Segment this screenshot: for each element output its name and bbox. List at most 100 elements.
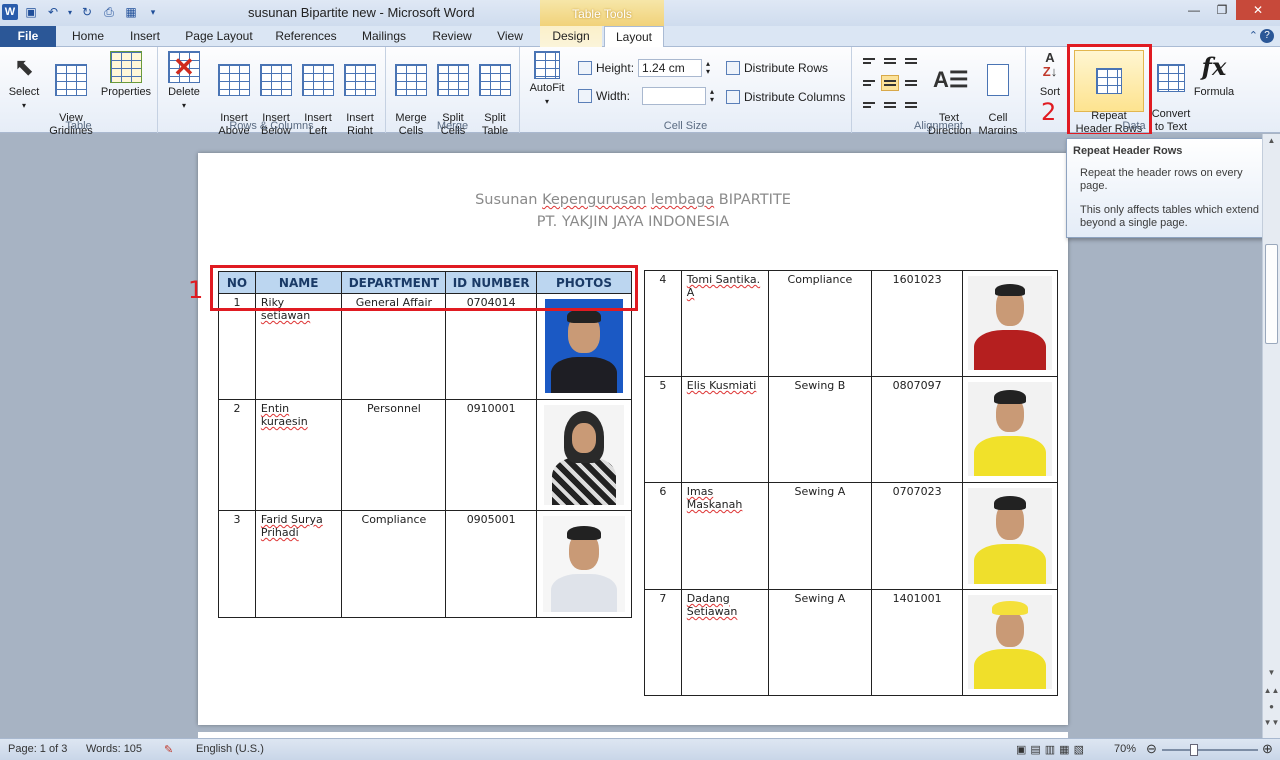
scroll-up-arrow-icon[interactable]: ▲ <box>1263 136 1280 150</box>
align-bottom-right-button[interactable] <box>902 97 920 113</box>
cell-id-number[interactable]: 0807097 <box>871 376 963 483</box>
members-table-right[interactable]: 4 Tomi Santika. A Compliance 1601023 5 E… <box>644 270 1059 696</box>
restore-button[interactable]: ❐ <box>1208 0 1236 20</box>
properties-button[interactable]: Properties <box>98 51 154 99</box>
delete-button[interactable]: ✕ Delete ▾ <box>162 51 206 112</box>
zoom-slider-knob[interactable] <box>1190 744 1198 756</box>
width-input[interactable] <box>642 87 707 105</box>
table-row[interactable]: 6 Imas Maskanah Sewing A 0707023 <box>644 482 1059 590</box>
select-button[interactable]: ⬉ Select ▾ <box>6 51 42 112</box>
cell-id-number[interactable]: 1401001 <box>871 589 963 696</box>
minimize-ribbon-icon[interactable]: ⌃ <box>1249 29 1258 42</box>
cell-id-number[interactable]: 0707023 <box>871 482 963 590</box>
table-row[interactable]: 4 Tomi Santika. A Compliance 1601023 <box>644 270 1059 377</box>
page-count[interactable]: Page: 1 of 3 <box>8 743 67 755</box>
cell-department[interactable]: Sewing A <box>767 589 873 696</box>
customize-qat-icon[interactable]: ▾ <box>144 3 162 21</box>
cell-department[interactable]: Compliance <box>341 510 447 618</box>
tab-references[interactable]: References <box>268 26 344 47</box>
width-spinner[interactable]: ▴ ▾ <box>710 88 714 104</box>
close-button[interactable]: ✕ <box>1236 0 1280 20</box>
table-row[interactable]: 7 Dadang Setiawan Sewing A 1401001 <box>644 589 1059 696</box>
cell-department[interactable]: Sewing A <box>767 482 873 590</box>
minimize-button[interactable]: — <box>1180 0 1208 20</box>
scrollbar-thumb[interactable] <box>1265 244 1278 344</box>
cell-name[interactable]: Tomi Santika. A <box>680 270 769 377</box>
tab-page-layout[interactable]: Page Layout <box>178 26 260 47</box>
document-page[interactable]: Susunan Kepengurusan lembaga BIPARTITE P… <box>198 153 1068 725</box>
align-top-center-button[interactable] <box>881 53 899 69</box>
align-center-left-button[interactable] <box>860 75 878 91</box>
height-spinner[interactable]: ▴ ▾ <box>706 60 710 76</box>
browse-object-icon[interactable]: ● <box>1263 702 1280 716</box>
cell-no[interactable]: 5 <box>644 376 682 483</box>
print-preview-icon[interactable]: ⎙ <box>100 3 118 21</box>
tab-insert[interactable]: Insert <box>120 26 170 47</box>
cell-photo[interactable] <box>961 589 1059 696</box>
zoom-level[interactable]: 70% <box>1114 743 1136 755</box>
tab-mailings[interactable]: Mailings <box>352 26 416 47</box>
cell-no[interactable]: 3 <box>218 510 256 618</box>
distribute-columns-button[interactable]: Distribute Columns <box>726 90 845 104</box>
previous-page-icon[interactable]: ▲▲ <box>1263 686 1280 700</box>
next-page-icon[interactable]: ▼▼ <box>1263 718 1280 732</box>
formula-button[interactable]: fx Formula <box>1192 51 1236 99</box>
help-icon[interactable]: ? <box>1260 29 1274 43</box>
cell-no[interactable]: 7 <box>644 589 682 696</box>
word-app-icon[interactable]: W <box>2 4 18 20</box>
table-row[interactable]: 2 Entin kuraesin Personnel 0910001 <box>218 399 632 511</box>
view-buttons[interactable]: ▣▤▥▦▧ <box>1016 743 1088 756</box>
autofit-button[interactable]: AutoFit ▾ <box>524 51 570 108</box>
align-top-right-button[interactable] <box>902 53 920 69</box>
proofing-icon[interactable]: ✎ <box>164 743 173 756</box>
distribute-rows-button[interactable]: Distribute Rows <box>726 61 828 75</box>
save-icon[interactable]: ▣ <box>22 3 40 21</box>
height-input[interactable]: 1.24 cm <box>638 59 703 77</box>
cell-no[interactable]: 6 <box>644 482 682 590</box>
word-count[interactable]: Words: 105 <box>86 743 142 755</box>
cell-photo[interactable] <box>536 399 632 511</box>
cell-no[interactable]: 4 <box>644 270 682 377</box>
cell-department[interactable]: Sewing B <box>767 376 873 483</box>
cell-department[interactable]: Compliance <box>767 270 873 377</box>
zoom-out-icon[interactable]: ⊖ <box>1146 741 1157 757</box>
align-bottom-left-button[interactable] <box>860 97 878 113</box>
tab-home[interactable]: Home <box>62 26 114 47</box>
zoom-slider[interactable] <box>1162 749 1258 751</box>
align-center-right-button[interactable] <box>902 75 920 91</box>
cell-id-number[interactable]: 0905001 <box>445 510 537 618</box>
cell-id-number[interactable]: 1601023 <box>871 270 963 377</box>
align-center-button[interactable] <box>881 75 899 91</box>
cell-name[interactable]: Elis Kusmiati <box>680 376 769 483</box>
align-top-left-button[interactable] <box>860 53 878 69</box>
cell-photo[interactable] <box>961 376 1059 483</box>
cell-department[interactable]: Personnel <box>341 399 447 511</box>
tab-view[interactable]: View <box>488 26 532 47</box>
cell-name[interactable]: Dadang Setiawan <box>680 589 769 696</box>
tab-design[interactable]: Design <box>540 26 602 47</box>
cell-id-number[interactable]: 0910001 <box>445 399 537 511</box>
cell-name[interactable]: Farid Surya Prihadi <box>254 510 343 618</box>
undo-dropdown-icon[interactable]: ▾ <box>66 3 74 21</box>
vertical-scrollbar[interactable]: ▲ ▼ ▲▲ ● ▼▼ <box>1262 134 1280 738</box>
tab-file[interactable]: File <box>0 26 56 47</box>
members-table-left[interactable]: NO NAME DEPARTMENT ID NUMBER PHOTOS 1 Ri… <box>218 271 632 618</box>
align-bottom-center-button[interactable] <box>881 97 899 113</box>
table-icon[interactable]: ▦ <box>122 3 140 21</box>
table-row[interactable]: 3 Farid Surya Prihadi Compliance 0905001 <box>218 510 632 618</box>
cell-no[interactable]: 2 <box>218 399 256 511</box>
cell-name[interactable]: Entin kuraesin <box>254 399 343 511</box>
cell-photo[interactable] <box>536 510 632 618</box>
sort-button[interactable]: A Z↓ Sort <box>1032 51 1068 99</box>
undo-icon[interactable]: ↶ <box>44 3 62 21</box>
table-row[interactable]: 5 Elis Kusmiati Sewing B 0807097 <box>644 376 1059 483</box>
cell-photo[interactable] <box>961 482 1059 590</box>
tab-layout[interactable]: Layout <box>604 26 664 48</box>
tab-review[interactable]: Review <box>424 26 480 47</box>
redo-icon[interactable]: ↻ <box>78 3 96 21</box>
zoom-in-icon[interactable]: ⊕ <box>1262 741 1273 757</box>
cell-photo[interactable] <box>961 270 1059 377</box>
scroll-down-arrow-icon[interactable]: ▼ <box>1263 668 1280 682</box>
language-indicator[interactable]: English (U.S.) <box>196 743 264 755</box>
cell-name[interactable]: Imas Maskanah <box>680 482 769 590</box>
